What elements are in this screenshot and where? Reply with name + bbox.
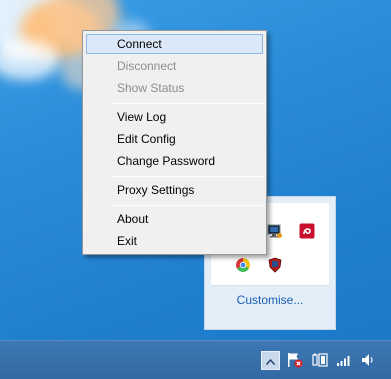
action-center-flag-icon[interactable] [287,352,303,368]
customise-link[interactable]: Customise... [205,293,335,307]
red-shield-icon[interactable] [267,257,283,273]
menu-item-about[interactable]: About [86,209,263,229]
menu-separator [113,205,263,206]
tray-divider [211,285,329,286]
menu-item-connect[interactable]: Connect [86,34,263,54]
menu-item-proxy-settings[interactable]: Proxy Settings [86,180,263,200]
menu-separator [113,176,263,177]
menu-item-change-password[interactable]: Change Password [86,151,263,171]
power-icon[interactable] [312,352,328,368]
taskbar [0,340,391,379]
chrome-icon[interactable] [235,257,251,273]
openvpn-monitor-icon[interactable] [267,223,283,239]
network-signal-icon[interactable] [336,352,352,368]
show-hidden-icons-button[interactable] [261,351,280,370]
show-hidden-icons-icon [265,352,276,370]
menu-item-edit-config[interactable]: Edit Config [86,129,263,149]
menu-item-show-status[interactable]: Show Status [86,78,263,98]
menu-separator [113,103,263,104]
context-menu: Connect Disconnect Show Status View Log … [82,30,267,255]
red-app-icon[interactable] [299,223,315,239]
volume-icon[interactable] [360,352,376,368]
menu-item-exit[interactable]: Exit [86,231,263,251]
menu-item-disconnect[interactable]: Disconnect [86,56,263,76]
menu-item-view-log[interactable]: View Log [86,107,263,127]
